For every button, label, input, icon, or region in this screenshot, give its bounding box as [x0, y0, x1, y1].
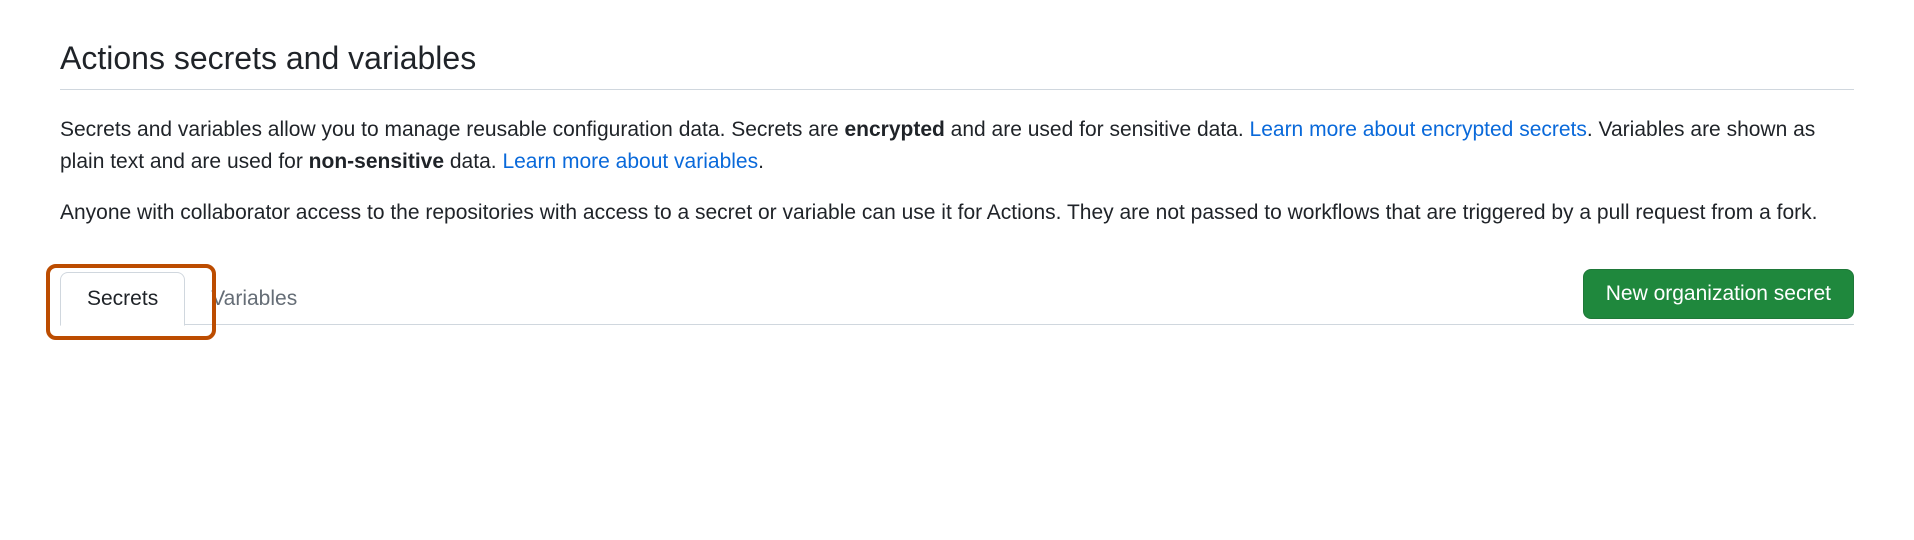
description-paragraph-1: Secrets and variables allow you to manag…: [60, 114, 1854, 177]
desc-text: Secrets and variables allow you to manag…: [60, 118, 844, 141]
tab-variables[interactable]: Variables: [185, 273, 323, 325]
learn-more-variables-link[interactable]: Learn more about variables: [502, 150, 758, 173]
learn-more-secrets-link[interactable]: Learn more about encrypted secrets: [1250, 118, 1587, 141]
tab-underline: [60, 324, 1854, 325]
desc-text: data.: [444, 150, 502, 173]
page-title: Actions secrets and variables: [60, 40, 1854, 90]
desc-text: .: [758, 150, 764, 173]
tabs-container: Secrets Variables: [60, 272, 323, 325]
desc-bold-encrypted: encrypted: [844, 118, 944, 141]
tab-row: Secrets Variables New organization secre…: [60, 269, 1854, 325]
tab-secrets[interactable]: Secrets: [60, 272, 185, 326]
desc-bold-nonsensitive: non-sensitive: [309, 150, 444, 173]
new-organization-secret-button[interactable]: New organization secret: [1583, 269, 1854, 319]
desc-text: and are used for sensitive data.: [945, 118, 1250, 141]
description-paragraph-2: Anyone with collaborator access to the r…: [60, 197, 1854, 229]
